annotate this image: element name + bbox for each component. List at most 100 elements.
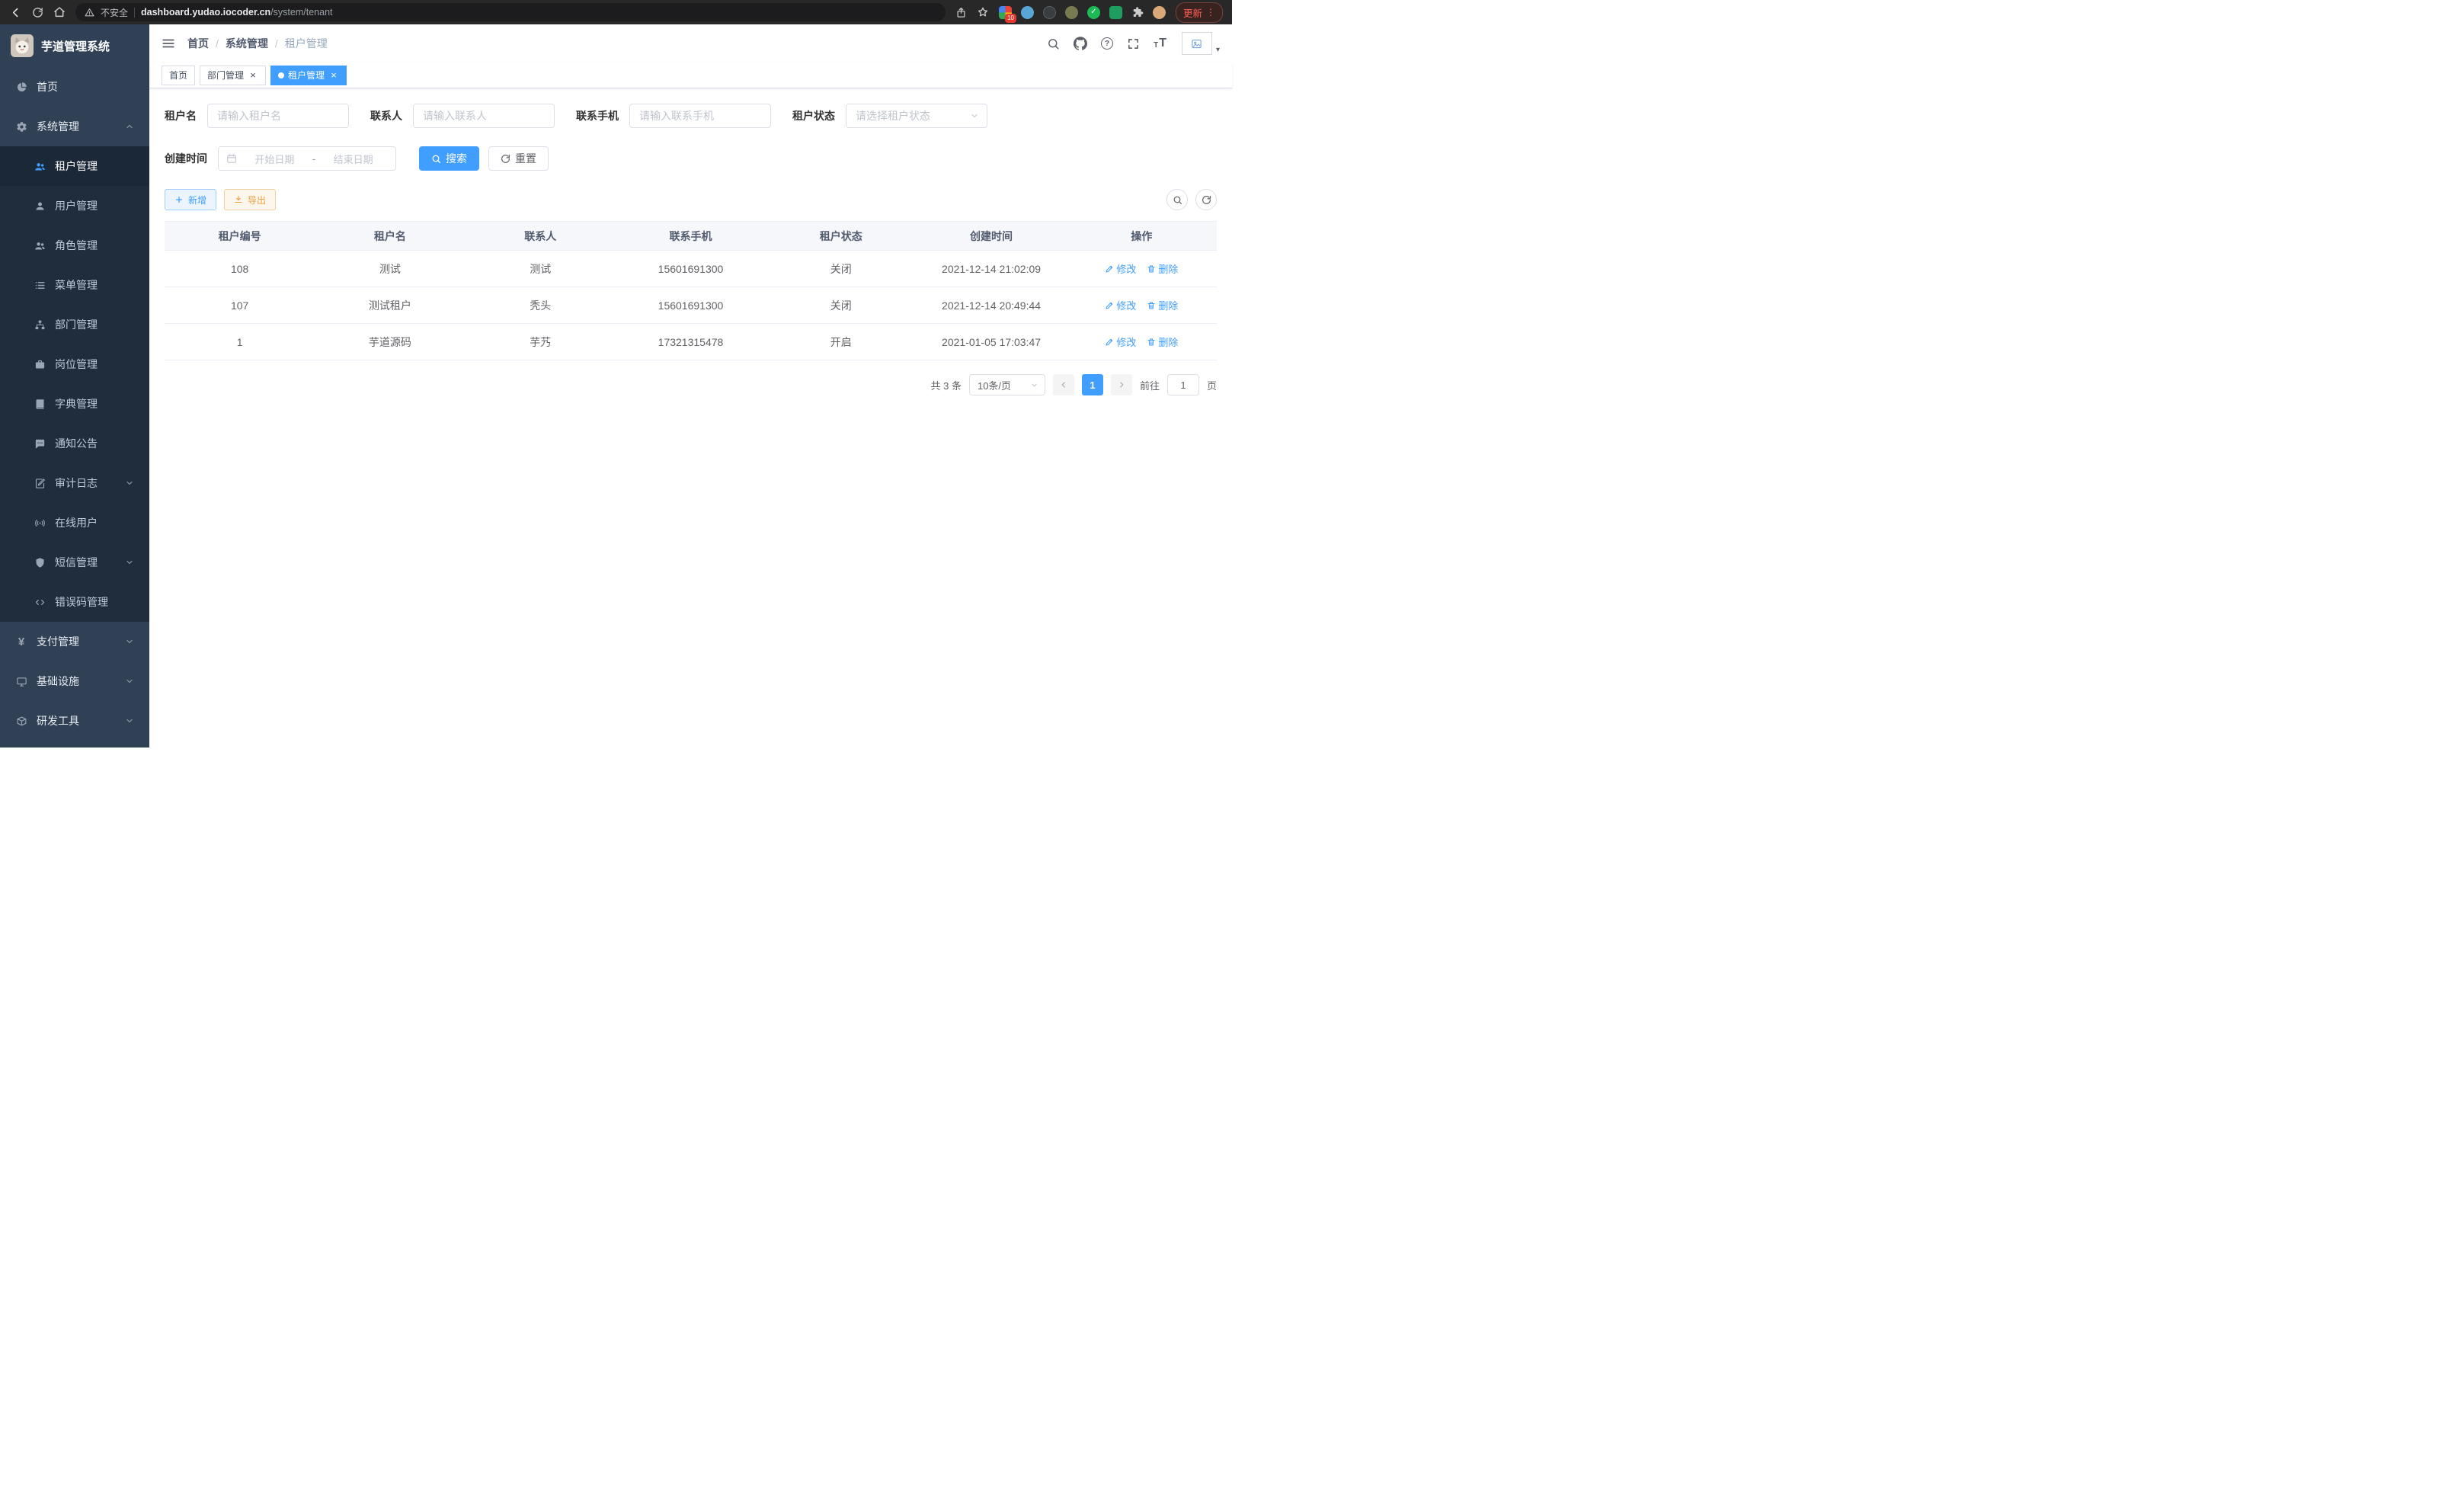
profile-avatar[interactable] bbox=[1153, 6, 1166, 19]
cell-contact: 秃头 bbox=[466, 287, 616, 324]
extension-icon[interactable]: 10 bbox=[999, 6, 1012, 19]
reload-icon[interactable] bbox=[32, 7, 43, 18]
sidebar-item-home[interactable]: 首页 bbox=[0, 67, 149, 107]
edit-link[interactable]: 修改 bbox=[1105, 261, 1136, 276]
sidebar-item-dept[interactable]: 部门管理 bbox=[0, 305, 149, 344]
status-label: 租户状态 bbox=[792, 108, 835, 123]
refresh-icon[interactable] bbox=[1195, 189, 1217, 210]
sidebar-item-payment[interactable]: ¥ 支付管理 bbox=[0, 622, 149, 661]
github-icon[interactable] bbox=[1074, 37, 1087, 50]
extension-icon[interactable] bbox=[1021, 6, 1034, 19]
tenant-name-label: 租户名 bbox=[165, 108, 197, 123]
chevron-down-icon bbox=[125, 637, 134, 646]
back-icon[interactable] bbox=[9, 6, 22, 19]
extension-icon[interactable] bbox=[1109, 6, 1122, 19]
breadcrumb-item-current: 租户管理 bbox=[285, 36, 328, 51]
edit-link[interactable]: 修改 bbox=[1105, 335, 1136, 349]
sidebar-item-user[interactable]: 用户管理 bbox=[0, 186, 149, 226]
update-button[interactable]: 更新 ⋮ bbox=[1176, 2, 1223, 23]
sidebar-item-post[interactable]: 岗位管理 bbox=[0, 344, 149, 384]
page-size-select[interactable]: 10条/页 bbox=[969, 374, 1045, 395]
sidebar-item-label: 审计日志 bbox=[55, 475, 98, 491]
extensions-puzzle-icon[interactable] bbox=[1131, 6, 1144, 18]
tab-label: 租户管理 bbox=[288, 69, 325, 82]
chevron-down-icon bbox=[1030, 381, 1038, 389]
sidebar-item-label: 研发工具 bbox=[37, 713, 79, 728]
date-start-placeholder: 开始日期 bbox=[240, 152, 309, 166]
sidebar-item-role[interactable]: 角色管理 bbox=[0, 226, 149, 265]
extension-icon[interactable] bbox=[1043, 6, 1056, 19]
column-header: 租户编号 bbox=[165, 222, 315, 251]
extension-icon[interactable] bbox=[1065, 6, 1078, 19]
phone-label: 联系手机 bbox=[576, 108, 619, 123]
dashboard-icon bbox=[15, 82, 27, 93]
table-row: 107 测试租户 秃头 15601691300 关闭 2021-12-14 20… bbox=[165, 287, 1217, 324]
fullscreen-icon[interactable] bbox=[1127, 37, 1140, 50]
breadcrumb-item[interactable]: 系统管理 bbox=[226, 36, 268, 51]
sidebar-item-audit[interactable]: 审计日志 bbox=[0, 463, 149, 503]
cell-actions: 修改删除 bbox=[1067, 251, 1217, 287]
edit-link[interactable]: 修改 bbox=[1105, 298, 1136, 312]
sidebar-item-errcode[interactable]: 错误码管理 bbox=[0, 582, 149, 622]
extensions-group: 10 ✓ bbox=[999, 6, 1166, 19]
cell-actions: 修改删除 bbox=[1067, 287, 1217, 324]
sidebar-item-menu[interactable]: 菜单管理 bbox=[0, 265, 149, 305]
font-size-icon[interactable]: TT bbox=[1154, 37, 1166, 50]
sidebar-item-devtools[interactable]: 研发工具 bbox=[0, 701, 149, 741]
contact-label: 联系人 bbox=[370, 108, 402, 123]
close-icon[interactable]: × bbox=[248, 70, 258, 81]
sidebar-item-tenant[interactable]: 租户管理 bbox=[0, 146, 149, 186]
next-page-icon[interactable] bbox=[1111, 374, 1132, 395]
delete-link[interactable]: 删除 bbox=[1147, 261, 1178, 276]
page-number[interactable]: 1 bbox=[1082, 374, 1103, 395]
column-header: 操作 bbox=[1067, 222, 1217, 251]
filter-row: 创建时间 开始日期 - 结束日期 搜索 重置 bbox=[165, 146, 1217, 171]
main-area: 首页 / 系统管理 / 租户管理 ? TT bbox=[149, 24, 1232, 748]
sidebar-item-infra[interactable]: 基础设施 bbox=[0, 661, 149, 701]
sidebar-item-online[interactable]: 在线用户 bbox=[0, 503, 149, 543]
home-icon[interactable] bbox=[53, 6, 66, 18]
user-avatar[interactable]: ▾ bbox=[1182, 32, 1220, 55]
search-button[interactable]: 搜索 bbox=[419, 146, 479, 171]
column-header: 联系手机 bbox=[616, 222, 766, 251]
hamburger-icon[interactable] bbox=[162, 37, 175, 50]
phone-input[interactable] bbox=[629, 104, 771, 128]
gear-icon bbox=[15, 121, 27, 133]
sidebar-item-label: 字典管理 bbox=[55, 396, 98, 411]
create-time-range-picker[interactable]: 开始日期 - 结束日期 bbox=[218, 146, 396, 171]
tab-home[interactable]: 首页 bbox=[162, 66, 195, 85]
tenant-status-select[interactable]: 请选择租户状态 bbox=[846, 104, 987, 128]
navbar-actions: ? TT ▾ bbox=[1047, 32, 1220, 55]
share-icon[interactable] bbox=[955, 7, 967, 18]
url-bar[interactable]: 不安全 dashboard.yudao.iocoder.cn/system/te… bbox=[75, 3, 946, 21]
logo-image bbox=[11, 34, 34, 57]
delete-link[interactable]: 删除 bbox=[1147, 335, 1178, 349]
prev-page-icon[interactable] bbox=[1053, 374, 1074, 395]
cell-name: 测试 bbox=[315, 251, 465, 287]
tab-dept[interactable]: 部门管理 × bbox=[200, 66, 266, 85]
delete-link[interactable]: 删除 bbox=[1147, 298, 1178, 312]
sidebar-item-label: 基础设施 bbox=[37, 674, 79, 689]
sidebar-item-dict[interactable]: 字典管理 bbox=[0, 384, 149, 424]
toggle-search-icon[interactable] bbox=[1166, 189, 1188, 210]
close-icon[interactable]: × bbox=[328, 70, 339, 81]
help-icon[interactable]: ? bbox=[1101, 37, 1113, 50]
sidebar-item-system[interactable]: 系统管理 bbox=[0, 107, 149, 146]
reset-button[interactable]: 重置 bbox=[488, 146, 549, 171]
tab-tenant[interactable]: 租户管理 × bbox=[270, 66, 347, 85]
export-button[interactable]: 导出 bbox=[224, 189, 276, 210]
tenant-name-input[interactable] bbox=[207, 104, 349, 128]
breadcrumb-item[interactable]: 首页 bbox=[187, 36, 209, 51]
sidebar-item-sms[interactable]: 短信管理 bbox=[0, 543, 149, 582]
extension-icon[interactable]: ✓ bbox=[1087, 6, 1100, 19]
sidebar-logo[interactable]: 芋道管理系统 bbox=[0, 24, 149, 67]
sidebar-item-notice[interactable]: 通知公告 bbox=[0, 424, 149, 463]
select-placeholder: 请选择租户状态 bbox=[856, 108, 930, 123]
edit-document-icon bbox=[34, 478, 46, 489]
goto-page-input[interactable] bbox=[1167, 374, 1199, 395]
add-button[interactable]: 新增 bbox=[165, 189, 216, 210]
update-label: 更新 bbox=[1183, 5, 1202, 20]
bookmark-star-icon[interactable] bbox=[977, 6, 989, 18]
search-icon[interactable] bbox=[1047, 37, 1060, 50]
contact-input[interactable] bbox=[413, 104, 555, 128]
